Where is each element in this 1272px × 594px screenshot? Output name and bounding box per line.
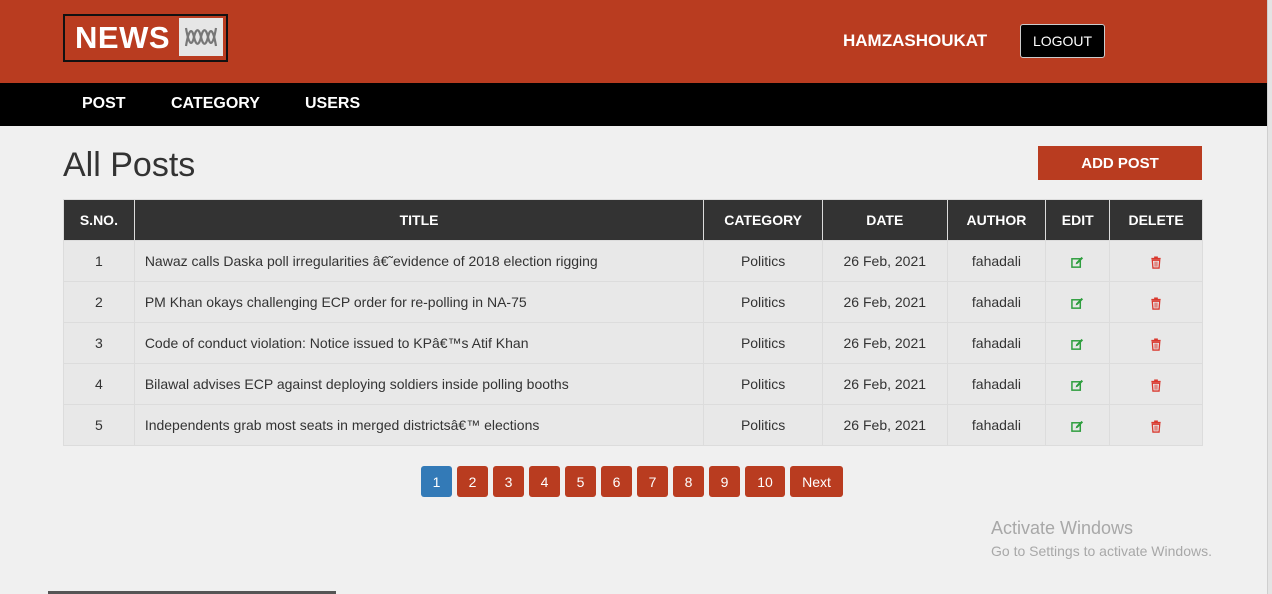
main-nav: POST CATEGORY USERS	[0, 83, 1267, 126]
trash-icon[interactable]	[1109, 363, 1203, 405]
edit-icon[interactable]	[1045, 404, 1111, 446]
cell-author: fahadali	[946, 322, 1047, 364]
cell-category: Politics	[703, 281, 824, 323]
trash-icon[interactable]	[1109, 281, 1203, 323]
cell-date: 26 Feb, 2021	[822, 404, 948, 446]
edit-icon[interactable]	[1045, 322, 1111, 364]
cell-sno: 5	[63, 404, 135, 446]
edit-icon[interactable]	[1045, 281, 1111, 323]
table-row: 5 Independents grab most seats in merged…	[63, 404, 1203, 446]
table-header-row: S.NO. TITLE CATEGORY DATE AUTHOR EDIT DE…	[63, 199, 1203, 241]
cell-sno: 2	[63, 281, 135, 323]
posts-table: S.NO. TITLE CATEGORY DATE AUTHOR EDIT DE…	[63, 199, 1203, 446]
table-row: 3 Code of conduct violation: Notice issu…	[63, 322, 1203, 364]
cell-date: 26 Feb, 2021	[822, 322, 948, 364]
news-logo[interactable]: NEWS	[63, 14, 228, 62]
cell-author: fahadali	[946, 240, 1047, 282]
page-button-3[interactable]: 3	[493, 466, 524, 497]
header-delete: DELETE	[1109, 199, 1203, 241]
page-button-1[interactable]: 1	[421, 466, 452, 497]
edit-icon[interactable]	[1045, 363, 1111, 405]
cell-title: Bilawal advises ECP against deploying so…	[133, 363, 705, 405]
logout-button[interactable]: LOGOUT	[1020, 24, 1105, 58]
page-button-7[interactable]: 7	[637, 466, 668, 497]
cell-author: fahadali	[946, 404, 1047, 446]
cell-date: 26 Feb, 2021	[822, 240, 948, 282]
header-edit: EDIT	[1045, 199, 1111, 241]
cell-category: Politics	[703, 404, 824, 446]
page-button-8[interactable]: 8	[673, 466, 704, 497]
trash-icon[interactable]	[1109, 322, 1203, 364]
cell-title: Nawaz calls Daska poll irregularities â€…	[133, 240, 705, 282]
abc-news-logo-icon	[179, 18, 223, 56]
cell-sno: 3	[63, 322, 135, 364]
cell-title: Independents grab most seats in merged d…	[133, 404, 705, 446]
page-button-4[interactable]: 4	[529, 466, 560, 497]
cell-date: 26 Feb, 2021	[822, 363, 948, 405]
cell-title: PM Khan okays challenging ECP order for …	[133, 281, 705, 323]
pagination: 1 2 3 4 5 6 7 8 9 10 Next	[421, 466, 848, 497]
page-title: All Posts	[63, 146, 196, 184]
table-row: 4 Bilawal advises ECP against deploying …	[63, 363, 1203, 405]
header-title: TITLE	[133, 199, 705, 241]
page-button-10[interactable]: 10	[745, 466, 785, 497]
cell-author: fahadali	[946, 281, 1047, 323]
header-author: AUTHOR	[946, 199, 1047, 241]
nav-item-category[interactable]: CATEGORY	[171, 95, 260, 113]
cell-date: 26 Feb, 2021	[822, 281, 948, 323]
cell-sno: 1	[63, 240, 135, 282]
cell-author: fahadali	[946, 363, 1047, 405]
table-row: 2 PM Khan okays challenging ECP order fo…	[63, 281, 1203, 323]
page-scrollbar[interactable]	[1267, 0, 1272, 594]
page-button-9[interactable]: 9	[709, 466, 740, 497]
page-button-6[interactable]: 6	[601, 466, 632, 497]
header-sno: S.NO.	[63, 199, 135, 241]
header-date: DATE	[822, 199, 948, 241]
logo-text: NEWS	[75, 20, 170, 55]
cell-category: Politics	[703, 322, 824, 364]
cell-title: Code of conduct violation: Notice issued…	[133, 322, 705, 364]
nav-item-post[interactable]: POST	[82, 95, 126, 113]
site-header: NEWS HAMZASHOUKAT LOGOUT	[0, 0, 1267, 83]
header-category: CATEGORY	[703, 199, 824, 241]
edit-icon[interactable]	[1045, 240, 1111, 282]
add-post-button[interactable]: ADD POST	[1038, 146, 1202, 180]
trash-icon[interactable]	[1109, 404, 1203, 446]
next-page-button[interactable]: Next	[790, 466, 843, 497]
cell-sno: 4	[63, 363, 135, 405]
cell-category: Politics	[703, 363, 824, 405]
trash-icon[interactable]	[1109, 240, 1203, 282]
page-button-5[interactable]: 5	[565, 466, 596, 497]
activate-windows-title: Activate Windows	[991, 518, 1134, 538]
page-button-2[interactable]: 2	[457, 466, 488, 497]
username-label: HAMZASHOUKAT	[843, 31, 988, 50]
activate-windows-subtitle: Go to Settings to activate Windows.	[991, 543, 1212, 559]
nav-item-users[interactable]: USERS	[305, 95, 360, 113]
cell-category: Politics	[703, 240, 824, 282]
table-row: 1 Nawaz calls Daska poll irregularities …	[63, 240, 1203, 282]
